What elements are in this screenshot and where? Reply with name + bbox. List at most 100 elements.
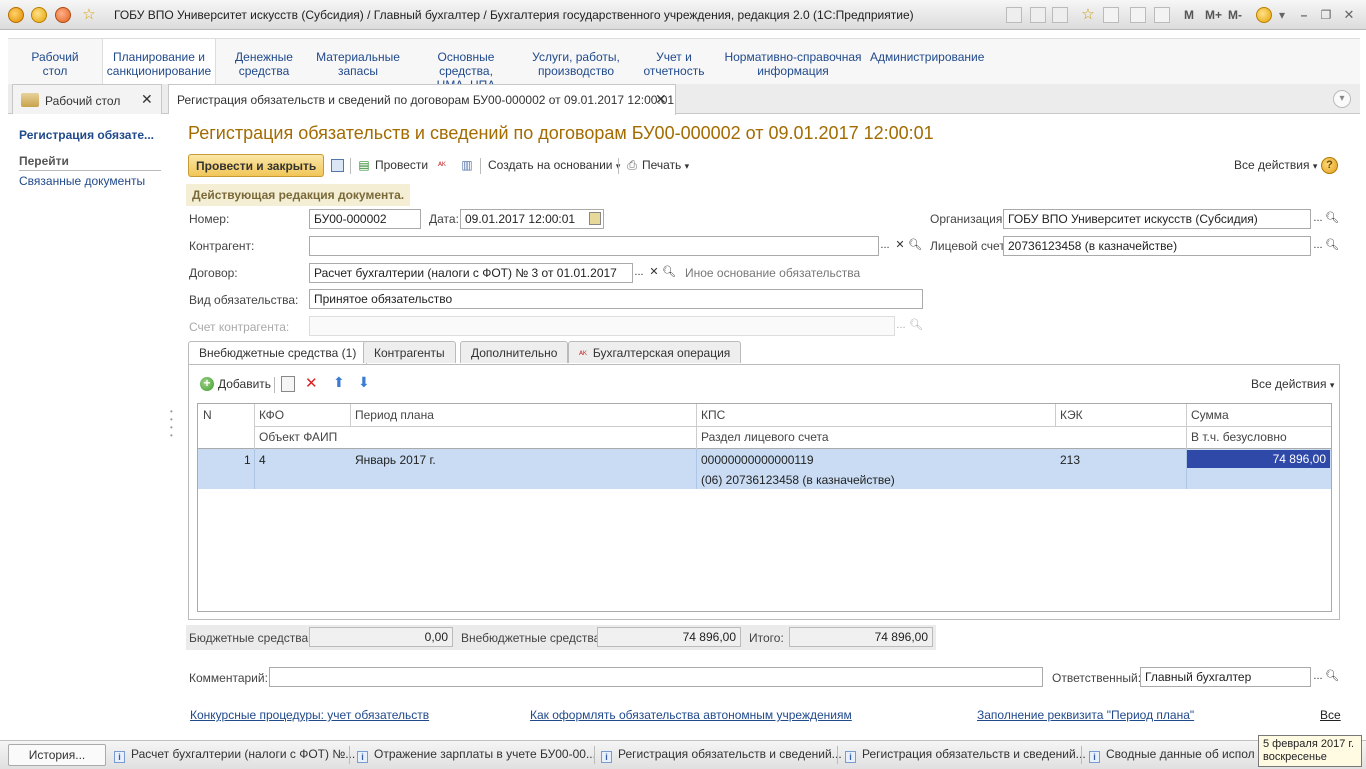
taskbar-window-item[interactable]: iСводные данные об исполнен — [1089, 747, 1255, 763]
section-services[interactable]: Услуги, работы, производство — [530, 50, 622, 78]
clear-icon[interactable]: ✕ — [646, 264, 662, 280]
table-all-actions-button[interactable]: Все действия ▾ — [1251, 377, 1334, 391]
date-field[interactable]: 09.01.2017 12:00:01 — [460, 209, 604, 229]
search-icon[interactable]: 🔍︎ — [907, 237, 923, 253]
link-plan-period[interactable]: Заполнение реквизита "Период плана" — [977, 708, 1194, 722]
tab-desktop[interactable]: Рабочий стол ✕ — [12, 84, 162, 114]
column-header-kps[interactable]: КПС — [701, 408, 725, 422]
taskbar-window-item[interactable]: i Отражение зарплаты в учете БУ00-00... — [357, 747, 596, 763]
grid-line — [696, 449, 697, 489]
document-icon[interactable] — [1130, 7, 1146, 23]
search-icon[interactable]: 🔍︎ — [1324, 237, 1340, 253]
link-all[interactable]: Все — [1320, 708, 1341, 722]
calendar-icon[interactable] — [589, 212, 601, 225]
calendar-icon[interactable] — [1154, 7, 1170, 23]
dt-kt-icon[interactable]: ᴬᴷ — [434, 156, 450, 174]
section-accounting[interactable]: Учет и отчетность — [640, 50, 708, 78]
column-header-sum[interactable]: Сумма — [1191, 408, 1229, 422]
section-reference[interactable]: Нормативно-справочная информация — [724, 50, 862, 78]
add-row-icon[interactable]: + — [200, 377, 214, 391]
taskbar-window-item[interactable]: i Регистрация обязательств и сведений... — [845, 747, 1086, 763]
add-button[interactable]: Добавить — [218, 377, 271, 391]
obligation-kind-field[interactable]: Принятое обязательство — [309, 289, 923, 309]
tab-additional[interactable]: Дополнительно — [460, 341, 569, 363]
document-icon: i — [114, 751, 125, 763]
column-header-unconditional[interactable]: В т.ч. безусловно — [1191, 430, 1287, 444]
minimize-icon[interactable]: – — [1296, 7, 1312, 23]
printer-icon[interactable]: ⎙ — [624, 156, 640, 174]
column-header-faip[interactable]: Объект ФАИП — [259, 430, 337, 444]
taskbar-window-item[interactable]: i Регистрация обязательств и сведений... — [601, 747, 842, 763]
help-icon[interactable]: ? — [1321, 157, 1338, 174]
tab-contractors[interactable]: Контрагенты — [363, 341, 456, 363]
section-materials[interactable]: Материальные запасы — [314, 50, 402, 78]
splitter-grip[interactable]: • • • • — [170, 408, 174, 440]
search-icon[interactable]: 🔍︎ — [1324, 210, 1340, 226]
post-icon[interactable]: ▤ — [356, 156, 372, 174]
copy-row-icon[interactable] — [281, 376, 295, 392]
section-desktop[interactable]: Рабочий стол — [26, 50, 84, 78]
tab-accounting-operation[interactable]: ᴬᴷ Бухгалтерская операция — [568, 341, 742, 363]
tab-extrabudget[interactable]: Внебюджетные средства (1) — [188, 341, 368, 365]
search-icon[interactable]: 🔍︎ — [661, 264, 677, 280]
select-icon[interactable]: ... — [877, 237, 893, 253]
column-header-kek[interactable]: КЭК — [1060, 408, 1083, 422]
taskbar-window-item[interactable]: i Расчет бухгалтерии (налоги с ФОТ) №... — [114, 747, 355, 763]
history-button[interactable]: История... — [8, 744, 106, 766]
section-money[interactable]: Денежные средства — [230, 50, 298, 78]
post-and-close-button[interactable]: Провести и закрыть — [188, 154, 325, 177]
column-header-plan-period[interactable]: Период плана — [355, 408, 434, 422]
tab-close-icon[interactable]: ✕ — [655, 91, 667, 108]
print-icon[interactable] — [1030, 7, 1046, 23]
tabs-scroll-down-icon[interactable]: ▾ — [1333, 90, 1351, 108]
cell-sum[interactable]: 74 896,00 — [1187, 450, 1330, 468]
main-menu-icon[interactable] — [31, 7, 47, 23]
delete-icon[interactable]: ✕ — [305, 374, 318, 392]
select-icon[interactable]: ... — [631, 264, 647, 280]
memory-plus-button[interactable]: M+ — [1205, 8, 1222, 22]
account-field[interactable]: 20736123458 (в казначействе) — [1003, 236, 1311, 256]
print-button[interactable]: Печать ▾ — [642, 158, 689, 172]
move-up-icon[interactable]: ⬆ — [333, 374, 345, 391]
save-icon[interactable] — [1006, 7, 1022, 23]
responsible-field[interactable]: Главный бухгалтер — [1140, 667, 1311, 687]
chevron-down-icon[interactable]: ▾ — [1274, 7, 1290, 23]
register-icon[interactable]: ▥ — [459, 156, 475, 174]
app-logo-icon[interactable] — [8, 7, 24, 23]
post-button[interactable]: Провести — [375, 158, 428, 172]
contract-field[interactable]: Расчет бухгалтерии (налоги с ФОТ) № 3 от… — [309, 263, 633, 283]
home-icon[interactable] — [1103, 7, 1119, 23]
star-icon[interactable]: ☆ — [81, 7, 97, 23]
favorites-circle-icon[interactable] — [55, 7, 71, 23]
clear-icon[interactable]: ✕ — [892, 237, 908, 253]
comment-field[interactable] — [269, 667, 1043, 687]
table-row[interactable]: 1 4 Январь 2017 г. 00000000000000119 213… — [198, 449, 1331, 489]
restore-icon[interactable]: ❐ — [1318, 7, 1334, 23]
all-actions-button[interactable]: Все действия ▾ — [1234, 158, 1317, 172]
nav-related-documents[interactable]: Связанные документы — [19, 174, 145, 188]
section-planning[interactable]: Планирование и санкционирование — [102, 39, 216, 85]
contractor-field[interactable] — [309, 236, 879, 256]
column-header-account-section[interactable]: Раздел лицевого счета — [701, 430, 829, 444]
preview-icon[interactable] — [1052, 7, 1068, 23]
move-down-icon[interactable]: ⬇ — [358, 374, 370, 391]
column-header-n[interactable]: N — [203, 408, 212, 422]
link-tender-procedures[interactable]: Конкурсные процедуры: учет обязательств — [190, 708, 429, 722]
close-icon[interactable]: ✕ — [1341, 7, 1357, 23]
memory-button[interactable]: M — [1184, 8, 1194, 22]
tab-document[interactable]: Регистрация обязательств и сведений по д… — [168, 84, 676, 115]
select-icon: ... — [896, 319, 906, 331]
create-based-on-button[interactable]: Создать на основании ▾ — [488, 158, 620, 172]
tab-close-icon[interactable]: ✕ — [141, 91, 153, 108]
save-icon[interactable] — [329, 156, 345, 174]
number-field[interactable]: БУ00-000002 — [309, 209, 421, 229]
organization-field[interactable]: ГОБУ ВПО Университет искусств (Субсидия) — [1003, 209, 1311, 229]
favorites-star-icon[interactable]: ☆ — [1080, 7, 1096, 23]
link-autonomous-obligations[interactable]: Как оформлять обязательства автономным у… — [530, 708, 852, 722]
search-icon[interactable]: 🔍︎ — [1324, 668, 1340, 684]
memory-minus-button[interactable]: M- — [1228, 8, 1242, 22]
nav-document-title[interactable]: Регистрация обязате... — [19, 128, 154, 142]
info-icon[interactable] — [1256, 7, 1272, 23]
column-header-kfo[interactable]: КФО — [259, 408, 284, 422]
section-administration[interactable]: Администрирование — [870, 50, 984, 64]
